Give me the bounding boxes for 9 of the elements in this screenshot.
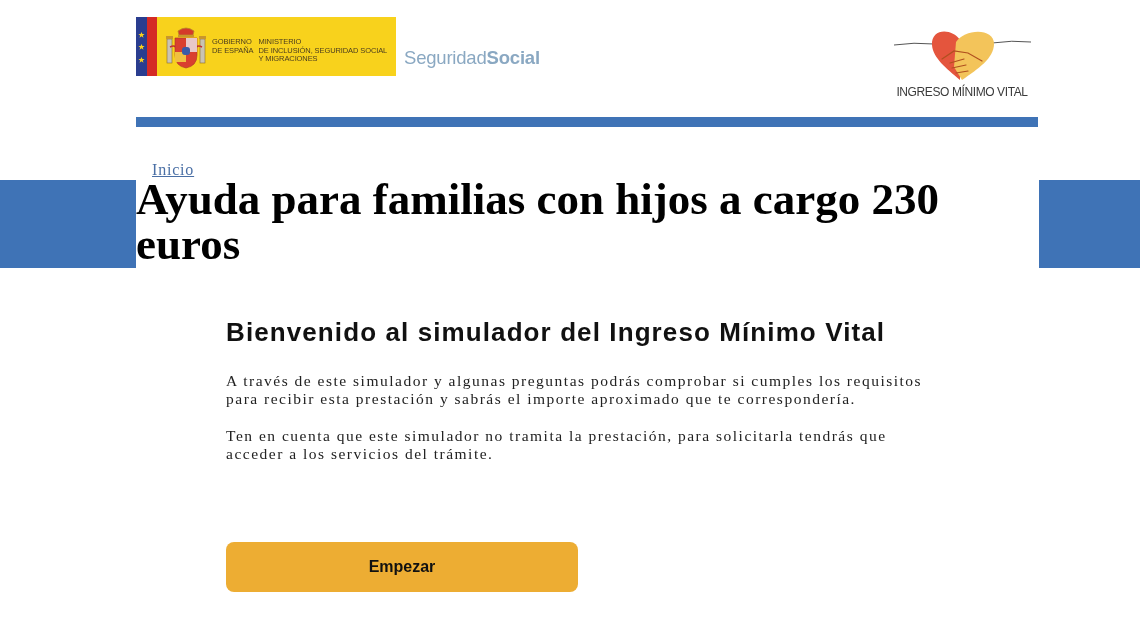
intro-paragraph: Ten en cuenta que este simulador no tramita la prestación, para solicitarla tendrás que acceder a los servicios del trámite. xyxy=(226,427,888,463)
breadcrumb-link[interactable]: Inicio xyxy=(152,162,195,177)
coat-of-arms-icon xyxy=(166,25,206,69)
simulator-heading: Bienvenido al simulador del Ingreso Mínimo Vital xyxy=(226,318,886,346)
social-security-logo-text: SeguridadSocial xyxy=(404,47,540,69)
program-logo-text: INGRESO MÍNIMO VITAL xyxy=(896,85,1028,99)
intro-paragraph: A través de este simulador y algunas preguntas podrás comprobar si cumples los requisitos para recibir esta prestación y sabrás el importe aproximado que te correspondería. xyxy=(226,372,924,408)
page-title: Ayuda para familias con hijos a cargo 230 euros xyxy=(136,177,940,267)
start-button[interactable]: Empezar xyxy=(226,542,578,592)
